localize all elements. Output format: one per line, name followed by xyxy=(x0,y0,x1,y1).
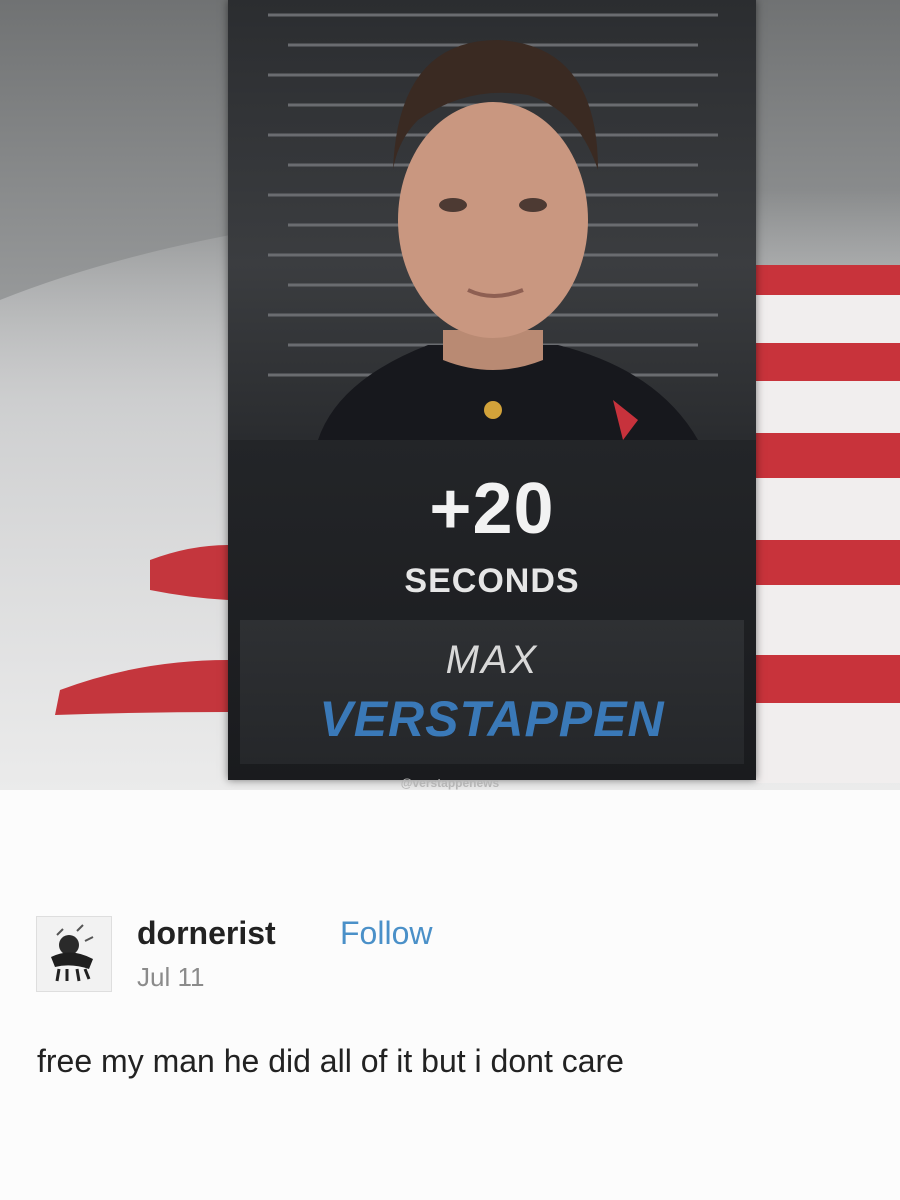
driver-name-band: MAX VERSTAPPEN xyxy=(240,620,744,764)
driver-last-name: VERSTAPPEN xyxy=(319,691,665,747)
follow-button[interactable]: Follow xyxy=(340,915,432,952)
meme-image: +20 SECONDS MAX VERSTAPPEN @verstappenew… xyxy=(0,0,900,790)
watermark: @verstappenews xyxy=(400,776,500,790)
penalty-time-value: +20 xyxy=(429,469,555,549)
username[interactable]: dornerist xyxy=(137,915,276,952)
tumblr-post: dornerist Follow Jul 11 free my man he d… xyxy=(0,790,900,1200)
post-date[interactable]: Jul 11 xyxy=(137,962,204,993)
driver-photo xyxy=(228,0,756,440)
penalty-info-panel: +20 SECONDS MAX VERSTAPPEN xyxy=(228,440,756,780)
avatar[interactable] xyxy=(36,916,112,992)
driver-first-name: MAX xyxy=(445,638,539,682)
driver-silhouette xyxy=(318,40,698,440)
post-text: free my man he did all of it but i dont … xyxy=(37,1043,624,1079)
penalty-card: +20 SECONDS MAX VERSTAPPEN xyxy=(228,0,756,780)
penalty-time-unit: SECONDS xyxy=(404,562,580,600)
mugshot-height-chart xyxy=(268,13,718,440)
avatar-icon xyxy=(37,917,111,991)
